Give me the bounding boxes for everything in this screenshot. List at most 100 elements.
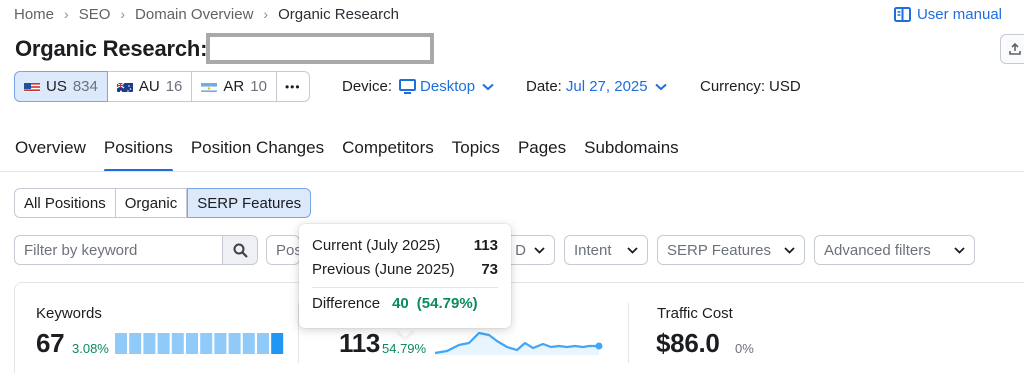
database-tabs: US 834 AU 16 AR 10 ••• <box>14 71 310 102</box>
db-code: AR <box>223 78 245 95</box>
keywords-bar <box>214 333 227 354</box>
breadcrumb-current: Organic Research <box>278 5 399 23</box>
user-manual-label: User manual <box>916 5 1002 23</box>
tab-subdomains[interactable]: Subdomains <box>584 138 679 172</box>
us-flag-icon <box>24 81 40 92</box>
breadcrumb-domain-overview[interactable]: Domain Overview <box>135 6 253 23</box>
keyword-filter-placeholder: Filter by keyword <box>24 241 138 259</box>
chevron-right-icon: › <box>64 6 69 22</box>
metrics-card: Keywords 67 3.08% 113 54.79% Traffic Cos… <box>14 282 1024 373</box>
tab-position-changes[interactable]: Position Changes <box>191 138 324 172</box>
position-type-segment: All Positions Organic SERP Features <box>14 188 312 218</box>
db-code: US <box>46 78 67 95</box>
device-selector[interactable]: Device: Desktop <box>342 78 494 95</box>
traffic-cost-label: Traffic Cost <box>657 305 733 322</box>
keywords-bar <box>171 333 184 354</box>
traffic-cost-value[interactable]: $86.0 <box>656 328 720 359</box>
db-count: 10 <box>250 78 267 95</box>
keywords-bar <box>242 333 255 354</box>
chevron-down-icon <box>534 246 545 254</box>
tab-pages[interactable]: Pages <box>518 138 566 172</box>
more-databases-button[interactable]: ••• <box>276 71 310 102</box>
currency-info: Currency: USD <box>700 78 801 95</box>
chevron-down-icon <box>482 83 494 90</box>
keywords-bar-sparkline <box>115 333 284 354</box>
tooltip-divider <box>312 287 498 288</box>
ar-flag-icon <box>201 81 218 92</box>
db-count: 16 <box>165 78 183 95</box>
tab-competitors[interactable]: Competitors <box>342 138 434 172</box>
segment-all-positions[interactable]: All Positions <box>14 188 116 218</box>
advanced-filters[interactable]: Advanced filters <box>814 235 975 265</box>
db-tab-ar[interactable]: AR 10 <box>192 71 277 102</box>
volume-filter-label: D <box>515 241 526 259</box>
positions-filter-label: Pos <box>276 241 302 259</box>
segment-serp-features[interactable]: SERP Features <box>187 188 312 218</box>
db-code: AU <box>138 78 160 95</box>
keywords-bar <box>157 333 170 354</box>
user-manual-link[interactable]: User manual <box>893 4 1002 24</box>
tab-positions[interactable]: Positions <box>103 138 173 172</box>
export-button[interactable] <box>1000 34 1024 64</box>
keyword-filter-input[interactable]: Filter by keyword <box>14 235 223 265</box>
keywords-change: 3.08% <box>72 341 109 356</box>
page-title: Organic Research: <box>15 36 208 61</box>
chevron-down-icon <box>954 246 965 254</box>
tooltip-difference-row: Difference 40 (54.79%) <box>312 291 498 315</box>
main-tabs: Overview Positions Position Changes Comp… <box>15 138 679 172</box>
keywords-bar <box>186 333 198 354</box>
tooltip-previous-label: Previous (June 2025) <box>312 260 455 278</box>
tabs-divider <box>0 171 1024 172</box>
intent-filter-label: Intent <box>574 241 612 259</box>
currency-value: USD <box>769 78 801 95</box>
keywords-bar <box>200 333 213 354</box>
serp-features-filter[interactable]: SERP Features <box>657 235 805 265</box>
keywords-bar <box>143 333 156 354</box>
intent-filter[interactable]: Intent <box>564 235 648 265</box>
more-icon: ••• <box>284 79 301 94</box>
traffic-cost-change: 0% <box>735 341 754 356</box>
breadcrumb-seo[interactable]: SEO <box>79 6 111 23</box>
traffic-tooltip: Current (July 2025) 113 Previous (June 2… <box>299 224 511 328</box>
date-label: Date: <box>526 78 562 95</box>
search-icon <box>233 243 248 258</box>
chevron-down-icon <box>784 246 795 254</box>
tooltip-current-row: Current (July 2025) 113 <box>312 233 498 257</box>
keyword-search-button[interactable] <box>222 235 258 265</box>
sparkline-end-point <box>595 342 603 350</box>
tooltip-current-value: 113 <box>473 236 498 254</box>
traffic-change: 54.79% <box>382 341 427 356</box>
keywords-value[interactable]: 67 <box>36 328 65 359</box>
tooltip-current-label: Current (July 2025) <box>312 236 441 254</box>
keywords-bar <box>228 333 241 354</box>
device-value: Desktop <box>420 78 476 95</box>
device-label: Device: <box>342 78 393 95</box>
db-count: 834 <box>72 78 98 95</box>
traffic-value[interactable]: 113 <box>339 328 380 359</box>
keywords-bar <box>257 333 269 354</box>
breadcrumb: Home › SEO › Domain Overview › Organic R… <box>14 4 399 24</box>
date-selector[interactable]: Date: Jul 27, 2025 <box>526 78 667 95</box>
tooltip-previous-row: Previous (June 2025) 73 <box>312 257 498 281</box>
positions-filter[interactable]: Pos <box>266 235 302 265</box>
metric-divider <box>628 303 629 363</box>
book-icon <box>893 6 911 22</box>
tab-topics[interactable]: Topics <box>452 138 500 172</box>
chevron-right-icon: › <box>263 6 269 22</box>
tooltip-previous-value: 73 <box>481 260 498 278</box>
tooltip-difference-label: Difference <box>312 294 381 312</box>
chevron-right-icon: › <box>120 6 126 22</box>
monitor-icon <box>399 79 417 94</box>
db-tab-us[interactable]: US 834 <box>14 71 108 102</box>
segment-organic[interactable]: Organic <box>115 188 188 218</box>
chevron-down-icon <box>627 246 638 254</box>
tab-overview[interactable]: Overview <box>15 138 86 172</box>
keywords-bar <box>271 333 284 354</box>
tooltip-difference-pct: (54.79%) <box>416 294 478 312</box>
au-flag-icon <box>116 81 133 92</box>
keywords-label: Keywords <box>36 305 102 322</box>
breadcrumb-home[interactable]: Home <box>14 6 54 23</box>
keywords-bar <box>129 333 142 354</box>
keywords-bar <box>115 333 127 354</box>
db-tab-au[interactable]: AU 16 <box>107 71 193 102</box>
